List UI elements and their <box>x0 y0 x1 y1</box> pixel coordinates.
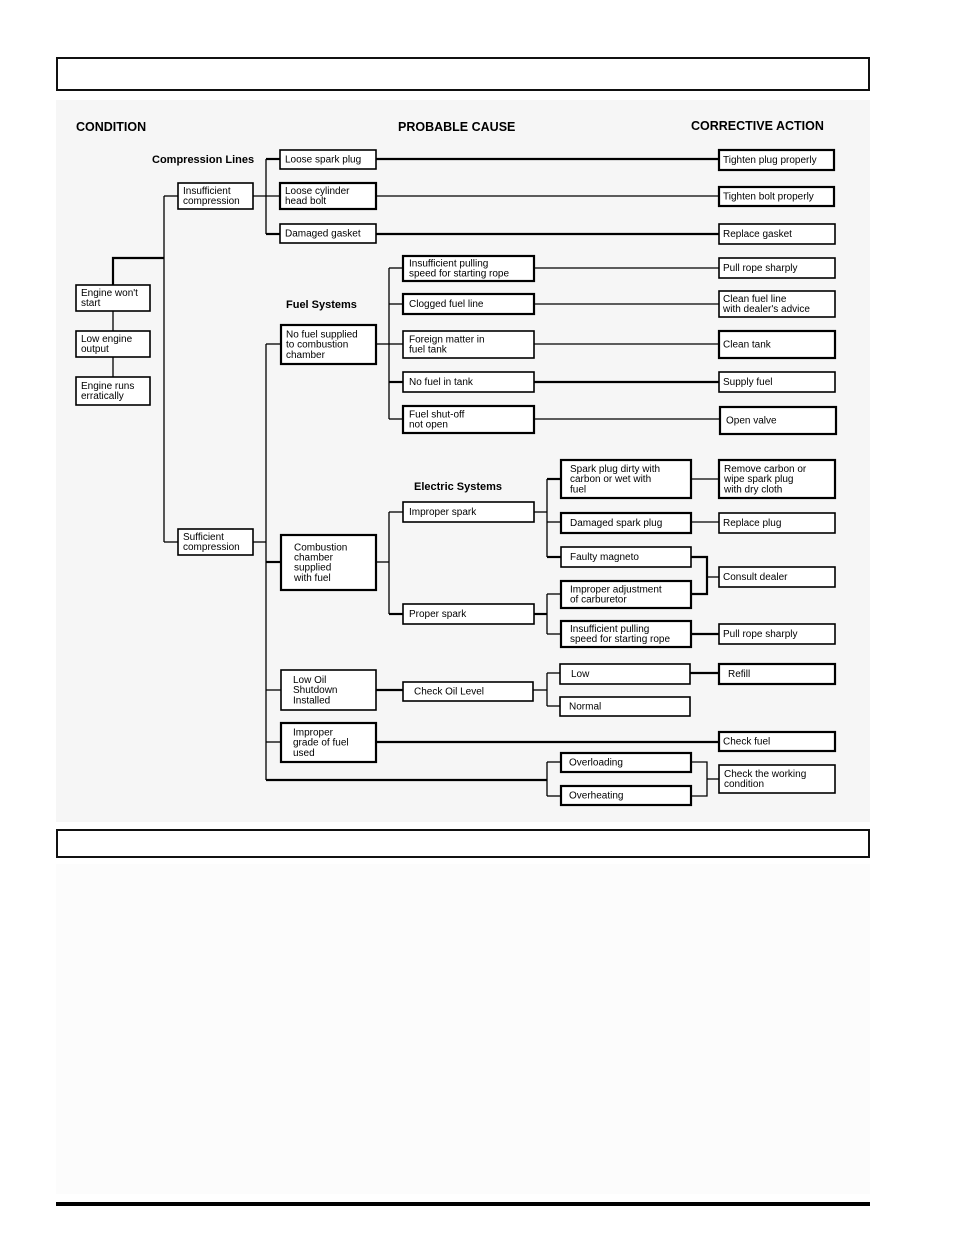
cause-oil-normal-text: Normal <box>569 702 601 713</box>
action-replace-plug: Replace plug <box>718 512 836 534</box>
condition-low-engine-output-text: output <box>81 344 109 355</box>
connector-line <box>691 555 709 596</box>
cause-no-fuel-supplied-text: chamber <box>286 350 326 361</box>
sufficient-compression-text: compression <box>183 542 240 553</box>
cause-no-fuel-in-tank-text: No fuel in tank <box>409 377 474 388</box>
connector-line <box>111 256 164 285</box>
action-refill-text: Refill <box>728 669 750 680</box>
cause-oil-normal: Normal <box>559 696 691 717</box>
action-check-fuel: Check fuel <box>717 730 837 753</box>
condition-engine-wont-start: Engine won'tstart <box>75 284 151 312</box>
cause-no-fuel-in-tank: No fuel in tank <box>402 371 535 393</box>
action-tighten-bolt: Tighten bolt properly <box>717 185 836 208</box>
cause-overheating: Overheating <box>559 784 693 807</box>
cause-oil-low-text: Low <box>571 669 590 680</box>
action-clean-tank: Clean tank <box>717 329 837 360</box>
cause-improper-fuel-grade: Impropergrade of fuelused <box>279 721 378 764</box>
header-corrective-action: CORRECTIVE ACTION <box>691 119 824 133</box>
action-clean-fuel-line-text: with dealer's advice <box>722 304 810 315</box>
action-remove-carbon-text: with dry cloth <box>723 484 782 495</box>
cause-check-oil-level-text: Check Oil Level <box>414 687 484 698</box>
cause-damaged-spark-plug-text: Damaged spark plug <box>570 518 662 529</box>
cause-combustion-supplied-text: with fuel <box>293 573 331 584</box>
action-replace-gasket: Replace gasket <box>718 223 836 245</box>
cause-foreign-matter: Foreign matter infuel tank <box>402 330 535 359</box>
action-refill: Refill <box>717 662 837 686</box>
cause-insufficient-pulling-electric: Insufficient pullingspeed for starting r… <box>559 619 693 649</box>
cause-damaged-gasket-text: Damaged gasket <box>285 229 361 240</box>
action-tighten-bolt-text: Tighten bolt properly <box>723 192 814 203</box>
cause-spark-plug-dirty-text: fuel <box>570 484 586 495</box>
action-consult-dealer: Consult dealer <box>718 566 836 588</box>
action-pull-rope-electric: Pull rope sharply <box>718 623 836 645</box>
action-open-valve: Open valve <box>718 405 838 436</box>
cause-loose-spark-plug-text: Loose spark plug <box>285 155 361 166</box>
cause-insufficient-pulling-fuel: Insufficient pullingspeed for starting r… <box>401 254 536 283</box>
action-tighten-plug: Tighten plug properly <box>717 148 836 172</box>
cause-combustion-supplied: Combustionchambersuppliedwith fuel <box>279 533 378 592</box>
cause-loose-cylinder-head-bolt: Loose cylinderhead bolt <box>278 181 378 211</box>
condition-low-engine-output: Low engineoutput <box>75 330 151 358</box>
cause-fuel-shutoff: Fuel shut-offnot open <box>401 404 536 435</box>
action-consult-dealer-text: Consult dealer <box>723 572 788 583</box>
action-pull-rope-electric-text: Pull rope sharply <box>723 629 797 640</box>
cause-overloading: Overloading <box>559 751 693 774</box>
section-compression-lines: Compression Lines <box>152 154 254 166</box>
cause-foreign-matter-text: fuel tank <box>409 345 448 356</box>
condition-engine-wont-start-text: start <box>81 298 101 309</box>
cause-spark-plug-dirty: Spark plug dirty withcarbon or wet withf… <box>559 458 693 500</box>
cause-clogged-fuel-line-text: Clogged fuel line <box>409 299 484 310</box>
insufficient-compression-text: compression <box>183 196 240 207</box>
cause-overloading-text: Overloading <box>569 758 623 769</box>
cause-fuel-shutoff-text: not open <box>409 420 448 431</box>
cause-improper-spark: Improper spark <box>402 501 535 523</box>
cause-faulty-magneto: Faulty magneto <box>560 546 692 568</box>
action-tighten-plug-text: Tighten plug properly <box>723 155 817 166</box>
cause-insufficient-pulling-fuel-text: speed for starting rope <box>409 269 509 280</box>
section-fuel-systems: Fuel Systems <box>286 299 357 311</box>
action-check-fuel-text: Check fuel <box>723 737 770 748</box>
cause-proper-spark-text: Proper spark <box>409 609 467 620</box>
cause-oil-low: Low <box>559 663 691 685</box>
action-replace-gasket-text: Replace gasket <box>723 229 792 240</box>
action-supply-fuel-text: Supply fuel <box>723 377 772 388</box>
header-probable-cause: PROBABLE CAUSE <box>398 120 515 134</box>
cause-low-oil-shutdown: Low OilShutdownInstalled <box>280 669 377 711</box>
action-remove-carbon: Remove carbon orwipe spark plugwith dry … <box>717 458 837 500</box>
cause-damaged-spark-plug: Damaged spark plug <box>559 511 693 535</box>
cause-improper-carburetor: Improper adjustmentof carburetor <box>559 579 693 610</box>
action-open-valve-text: Open valve <box>726 416 777 427</box>
condition-engine-runs-erratically: Engine runserratically <box>75 376 151 406</box>
cause-no-fuel-supplied: No fuel suppliedto combustionchamber <box>279 323 378 366</box>
condition-engine-runs-erratically-text: erratically <box>81 391 124 402</box>
cause-loose-spark-plug: Loose spark plug <box>279 149 377 170</box>
cause-low-oil-shutdown-text: Installed <box>293 695 330 706</box>
cause-loose-cylinder-head-bolt-text: head bolt <box>285 196 326 207</box>
cause-insufficient-pulling-electric-text: speed for starting rope <box>570 634 670 645</box>
sufficient-compression: Sufficientcompression <box>177 528 254 556</box>
action-pull-rope-fuel-text: Pull rope sharply <box>723 263 797 274</box>
troubleshooting-flowchart: CONDITION PROBABLE CAUSE CORRECTIVE ACTI… <box>75 119 838 807</box>
cause-improper-fuel-grade-text: used <box>293 748 315 759</box>
cause-damaged-gasket: Damaged gasket <box>279 223 377 244</box>
cause-clogged-fuel-line: Clogged fuel line <box>401 292 536 316</box>
cause-proper-spark: Proper spark <box>402 603 535 625</box>
cause-improper-spark-text: Improper spark <box>409 507 477 518</box>
insufficient-compression: Insufficientcompression <box>177 182 254 210</box>
action-check-working-condition-text: condition <box>724 779 764 790</box>
action-replace-plug-text: Replace plug <box>723 518 781 529</box>
connector-line <box>691 761 708 797</box>
section-electric-systems: Electric Systems <box>414 481 502 493</box>
cause-faulty-magneto-text: Faulty magneto <box>570 552 639 563</box>
cause-improper-carburetor-text: of carburetor <box>570 595 627 606</box>
action-clean-fuel-line: Clean fuel linewith dealer's advice <box>718 290 836 318</box>
cause-check-oil-level: Check Oil Level <box>402 681 534 702</box>
cause-overheating-text: Overheating <box>569 791 623 802</box>
flowchart-boxes: Engine won'tstart Low engineoutput Engine … <box>75 148 838 807</box>
action-check-working-condition: Check the workingcondition <box>718 764 836 794</box>
header-condition: CONDITION <box>76 120 146 134</box>
action-supply-fuel: Supply fuel <box>718 371 836 393</box>
action-pull-rope-fuel: Pull rope sharply <box>718 257 836 279</box>
action-clean-tank-text: Clean tank <box>723 340 772 351</box>
